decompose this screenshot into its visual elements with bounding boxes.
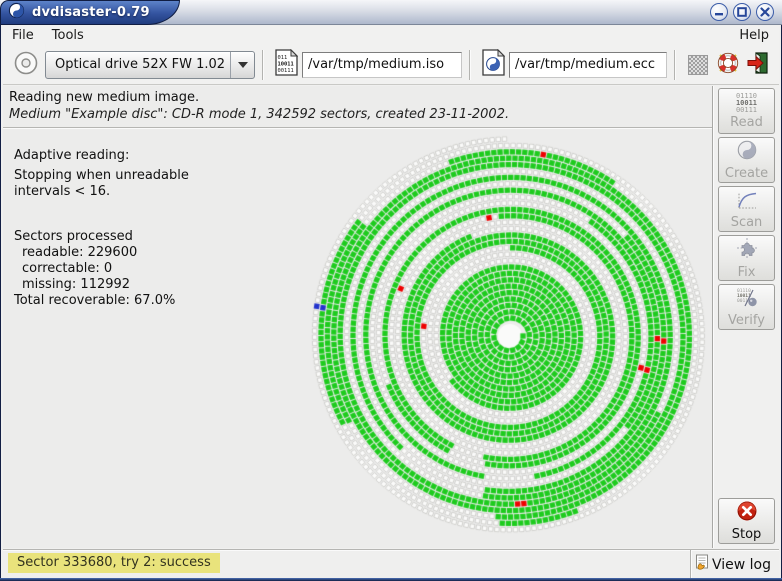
sectors-correctable: correctable: 0 [22,261,112,276]
log-doc-icon [694,554,710,575]
toolbar-separator [469,50,471,80]
drive-selector[interactable]: Optical drive 52X FW 1.02 [45,51,255,79]
image-file-icon: 011 10011 00111 [275,49,298,80]
menubar: File Tools Help [3,26,779,45]
svg-text:10011: 10011 [278,62,294,68]
sectors-readable: readable: 229600 [22,245,137,260]
statusbar-separator [690,550,692,578]
chevron-down-icon [230,52,254,78]
yinyang-icon [736,139,758,165]
medium-info: Medium "Example disc": CD-R mode 1, 3425… [9,107,509,122]
maximize-button[interactable] [733,3,751,21]
status-message: Sector 333680, try 2: success [8,553,220,573]
lifebelt-icon [716,51,740,79]
stop-button[interactable]: Stop [718,498,775,544]
app-yinyang-icon [8,2,25,23]
sectors-title: Sectors processed [14,229,133,244]
total-recoverable: Total recoverable: 67.0% [14,293,175,308]
scan-button[interactable]: Scan [718,186,775,232]
status-heading: Reading new medium image. [9,90,199,105]
stop-x-icon [736,500,758,526]
action-panel: 01110 10011 00111 Read Create [714,86,779,548]
drive-selector-value: Optical drive 52X FW 1.02 [46,57,230,72]
window-title: dvdisaster-0.79 [32,5,150,20]
quit-button[interactable] [745,51,771,79]
toolbar-separator [262,50,264,80]
exit-door-icon [746,51,770,79]
statusbar: Sector 333680, try 2: success View log [3,549,779,578]
sectors-missing: missing: 112992 [22,277,130,292]
stopping-line1: Stopping when unreadable [14,168,189,183]
ecc-file-icon [482,49,505,80]
close-button[interactable] [756,3,774,21]
create-button[interactable]: Create [718,137,775,183]
ecc-path-input[interactable] [509,52,667,78]
title-tab: dvdisaster-0.79 [0,0,180,25]
svg-text:011: 011 [278,55,288,61]
menu-help[interactable]: Help [729,27,779,44]
svg-text:00111: 00111 [278,68,294,74]
iso-path-input[interactable] [302,52,462,78]
view-log-button[interactable]: View log [694,554,771,575]
disc-icon [13,50,39,80]
toolbar: Optical drive 52X FW 1.02 011 10011 0011… [3,45,779,85]
menu-tools[interactable]: Tools [43,27,93,44]
toolbar-separator [674,50,676,80]
curve-icon [735,188,759,214]
digits-icon: 01110 10011 00111 [736,93,757,114]
minimize-button[interactable] [710,3,728,21]
read-button[interactable]: 01110 10011 00111 Read [718,88,775,134]
digits-check-icon: 01110 10011 00111 [735,286,759,312]
preferences-button[interactable] [685,51,711,79]
divider [3,127,712,129]
mode-label: Adaptive reading: [14,148,129,163]
puzzle-icon [735,236,759,264]
app-window: dvdisaster-0.79 File Tools Help [0,0,782,581]
titlebar[interactable]: dvdisaster-0.79 [0,0,782,25]
fix-button[interactable]: Fix [718,235,775,281]
preferences-icon [688,55,708,75]
main-area: Reading new medium image. Medium "Exampl… [3,86,713,548]
menu-file[interactable]: File [3,27,43,44]
stopping-line2: intervals < 16. [14,184,110,199]
verify-button[interactable]: 01110 10011 00111 Verify [718,284,775,330]
help-button[interactable] [715,51,741,79]
